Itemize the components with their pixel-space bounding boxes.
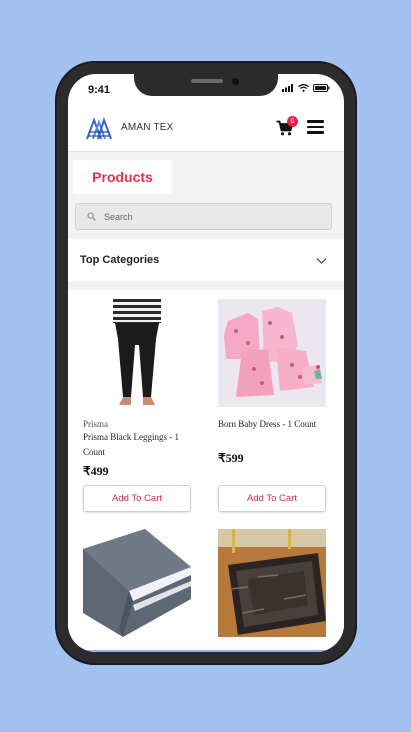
main-content: Products Top Categories	[68, 153, 344, 652]
page-title: Products	[73, 160, 172, 194]
brand-name[interactable]: AMAN TEX	[121, 122, 174, 133]
logo-icon[interactable]	[85, 116, 113, 140]
product-grid: Prisma Prisma Black Leggings - 1 Count ₹…	[68, 290, 344, 652]
search-input[interactable]	[104, 204, 324, 229]
product-image-rug[interactable]	[218, 529, 326, 637]
search-icon	[87, 212, 96, 221]
categories-label: Top Categories	[80, 254, 160, 266]
product-name[interactable]: Born Baby Dress - 1 Count	[218, 417, 326, 432]
top-categories-dropdown[interactable]: Top Categories	[68, 239, 344, 281]
battery-icon	[313, 84, 330, 92]
status-icons	[282, 84, 330, 92]
product-brand: Prisma	[83, 419, 109, 429]
add-to-cart-button[interactable]: Add To Cart	[218, 485, 326, 512]
camera-icon	[232, 78, 239, 85]
search-box[interactable]	[75, 203, 332, 230]
chevron-down-icon[interactable]	[316, 257, 327, 265]
status-time: 9:41	[88, 84, 111, 96]
wifi-icon	[298, 84, 309, 92]
phone-frame: 9:41 AMAN TEX 0 Products Search Top Cate…	[55, 61, 357, 665]
cart-count-badge: 0	[287, 116, 298, 127]
add-to-cart-button[interactable]: Add To Cart	[83, 485, 191, 512]
product-image-baby-dress[interactable]	[218, 299, 326, 407]
product-price: ₹599	[218, 451, 244, 465]
app-header: AMAN TEX 0	[68, 104, 344, 152]
product-name[interactable]: Prisma Black Leggings - 1 Count	[83, 430, 191, 460]
speaker	[191, 79, 223, 83]
product-image-towel[interactable]	[83, 529, 191, 637]
bottom-edge	[68, 650, 344, 652]
product-price: ₹499	[83, 464, 109, 478]
signal-icon	[282, 84, 293, 92]
menu-icon[interactable]	[307, 120, 324, 134]
notch	[134, 74, 278, 96]
product-image-leggings[interactable]	[83, 299, 191, 407]
phone-screen: 9:41 AMAN TEX 0 Products Search Top Cate…	[68, 74, 344, 652]
